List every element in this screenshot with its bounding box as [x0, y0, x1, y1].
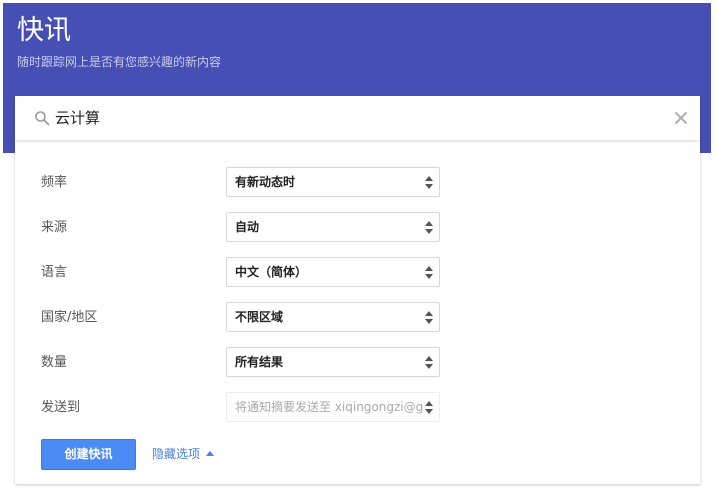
- quantity-select[interactable]: 所有结果: [226, 347, 440, 377]
- region-select[interactable]: 不限区域: [226, 302, 440, 332]
- close-icon[interactable]: [672, 109, 690, 127]
- search-bar[interactable]: 云计算: [15, 96, 700, 140]
- page-title: 快讯: [17, 15, 71, 46]
- hide-options-link[interactable]: 隐藏选项: [152, 446, 215, 462]
- search-icon: [35, 111, 50, 126]
- hide-options-label: 隐藏选项: [152, 447, 201, 461]
- option-row-source: 来源 自动: [15, 211, 700, 245]
- option-row-frequency: 频率 有新动态时: [15, 166, 700, 200]
- select-value: 中文（简体）: [235, 265, 308, 279]
- frequency-select[interactable]: 有新动态时: [226, 167, 440, 197]
- select-value: 有新动态时: [235, 175, 296, 189]
- select-arrows-icon: [425, 266, 433, 279]
- page: 快讯 随时跟踪网上是否有您感兴趣的新内容 频率 有新动态时 来源 自动 语言 中…: [0, 0, 717, 501]
- options-panel: 频率 有新动态时 来源 自动 语言 中文（简体） 国家/地区 不限区域 数量 所…: [15, 140, 700, 484]
- caret-up-icon: [206, 451, 215, 456]
- option-label: 频率: [41, 175, 68, 190]
- select-arrows-icon: [425, 356, 433, 369]
- source-select[interactable]: 自动: [226, 212, 440, 242]
- select-arrows-icon: [425, 176, 433, 189]
- select-value: 不限区域: [235, 310, 284, 324]
- option-row-quantity: 数量 所有结果: [15, 346, 700, 380]
- select-arrows-icon: [425, 221, 433, 234]
- search-input[interactable]: 云计算: [55, 108, 100, 128]
- select-value: 自动: [235, 220, 260, 234]
- option-label: 国家/地区: [41, 310, 98, 325]
- option-label: 语言: [41, 265, 68, 280]
- option-label: 来源: [41, 220, 68, 235]
- language-select[interactable]: 中文（简体）: [226, 257, 440, 287]
- select-value: 所有结果: [235, 355, 284, 369]
- create-alert-button[interactable]: 创建快讯: [41, 439, 136, 470]
- select-value: 将通知摘要发送至 xiqingongzi@g: [235, 400, 423, 414]
- option-label: 数量: [41, 355, 68, 370]
- option-row-deliver-to: 发送到 将通知摘要发送至 xiqingongzi@g: [15, 391, 700, 425]
- option-row-language: 语言 中文（简体）: [15, 256, 700, 290]
- option-row-region: 国家/地区 不限区域: [15, 301, 700, 335]
- deliver-to-select[interactable]: 将通知摘要发送至 xiqingongzi@g: [226, 392, 440, 422]
- page-subtitle: 随时跟踪网上是否有您感兴趣的新内容: [17, 55, 222, 69]
- select-arrows-icon: [425, 311, 433, 324]
- option-label: 发送到: [41, 400, 81, 415]
- select-arrows-icon: [425, 401, 433, 414]
